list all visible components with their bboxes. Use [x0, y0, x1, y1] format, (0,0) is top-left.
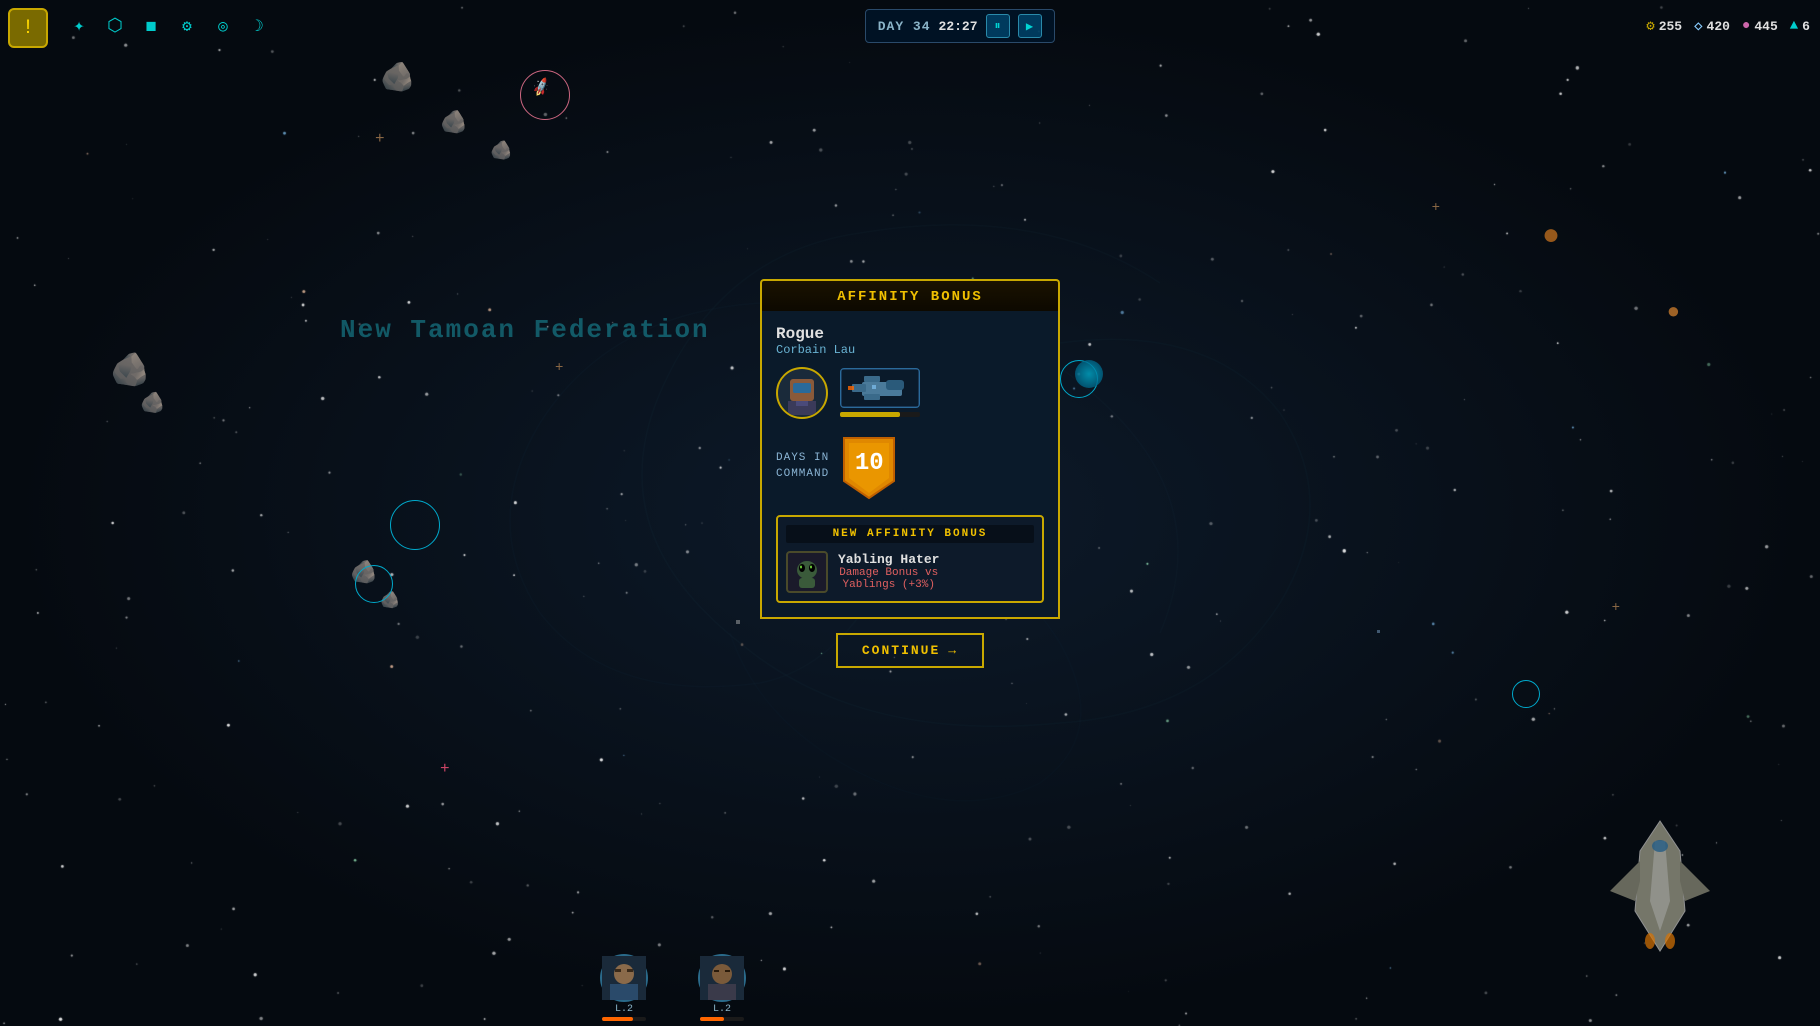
bonus-text: Yabling Hater Damage Bonus vs Yablings (…	[838, 552, 939, 591]
ship-column	[840, 368, 920, 417]
portrait-column	[776, 367, 828, 419]
character-info: Rogue Corbain Lau	[776, 325, 1044, 357]
bonus-icon	[786, 551, 828, 593]
days-section: DAYS INCOMMAND 10	[776, 433, 1044, 501]
continue-label: CONTINUE	[862, 643, 940, 658]
new-affinity-box: NEW AFFINITY BONUS	[776, 515, 1044, 603]
modal-body: Rogue Corbain Lau	[760, 311, 1060, 619]
modal-title: AFFINITY BONUS	[837, 289, 983, 305]
ship-health-bar	[840, 412, 920, 417]
ship-display	[840, 368, 920, 408]
character-name: Rogue	[776, 325, 1044, 343]
continue-button-wrapper: CONTINUE →	[760, 633, 1060, 668]
bonus-name: Yabling Hater	[838, 552, 939, 567]
character-row	[776, 367, 1044, 419]
modal-title-bar: AFFINITY BONUS	[760, 279, 1060, 311]
bonus-desc-line2: Yablings (+3%)	[843, 579, 935, 591]
continue-button[interactable]: CONTINUE →	[836, 633, 984, 668]
bonus-desc-line1: Damage Bonus vs	[839, 567, 938, 579]
new-affinity-title: NEW AFFINITY BONUS	[786, 525, 1034, 543]
continue-arrow-icon: →	[948, 643, 958, 658]
days-badge-wrapper: 10	[839, 433, 899, 501]
days-value: 10	[855, 450, 884, 477]
character-portrait	[776, 367, 828, 419]
affinity-modal-container: AFFINITY BONUS Rogue Corbain Lau	[760, 359, 1060, 668]
bonus-item: Yabling Hater Damage Bonus vs Yablings (…	[786, 551, 1034, 593]
days-label: DAYS INCOMMAND	[776, 451, 829, 482]
modal-overlay: AFFINITY BONUS Rogue Corbain Lau	[0, 0, 1820, 1026]
character-sub: Corbain Lau	[776, 343, 1044, 357]
ship-health-fill	[840, 412, 900, 417]
bonus-desc: Damage Bonus vs Yablings (+3%)	[838, 567, 939, 591]
affinity-modal: AFFINITY BONUS Rogue Corbain Lau	[760, 279, 1060, 668]
